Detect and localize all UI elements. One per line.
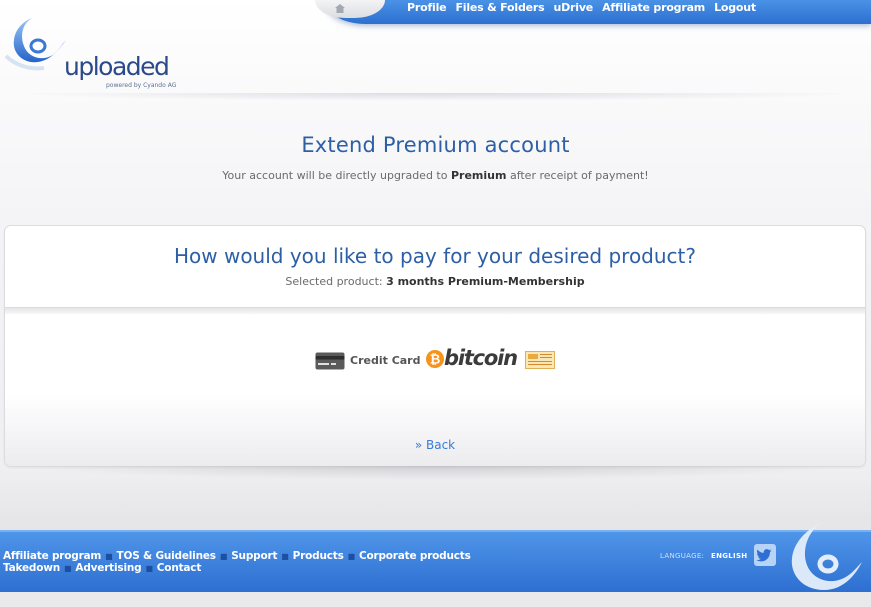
selected-product-label: Selected product: bbox=[285, 275, 387, 288]
subtitle-premium: Premium bbox=[450, 169, 507, 182]
footer-contact[interactable]: Contact bbox=[157, 562, 202, 574]
language-selector[interactable]: ENGLISH bbox=[711, 552, 747, 560]
bitcoin-label: bitcoin bbox=[444, 346, 518, 370]
back-link-label[interactable]: Back bbox=[426, 438, 455, 452]
nav-affiliate-program[interactable]: Affiliate program bbox=[602, 0, 705, 16]
header-shadow bbox=[10, 93, 861, 101]
language-label: LANGUAGE: bbox=[660, 552, 705, 560]
panel-divider bbox=[5, 307, 865, 314]
back-link[interactable]: » Back bbox=[5, 438, 865, 452]
payment-panel: How would you like to pay for your desir… bbox=[4, 225, 866, 467]
logo-subtitle: powered by Cyando AG bbox=[106, 82, 177, 89]
footer-separator: ■ bbox=[281, 552, 289, 561]
footer-affiliate-program[interactable]: Affiliate program bbox=[3, 550, 101, 562]
page-subtitle: Your account will be directly upgraded t… bbox=[0, 169, 871, 183]
credit-card-icon bbox=[315, 352, 345, 370]
footer-support[interactable]: Support bbox=[231, 550, 277, 562]
nav-files-folders[interactable]: Files & Folders bbox=[455, 0, 544, 16]
selected-product-value: 3 months Premium-Membership bbox=[386, 275, 585, 288]
svg-text:₿: ₿ bbox=[430, 353, 441, 368]
top-navigation-bar: Profile Files & Folders uDrive Affiliate… bbox=[315, 0, 871, 24]
footer-separator: ■ bbox=[219, 552, 228, 561]
subtitle-text-pre: Your account will be directly upgraded t… bbox=[222, 169, 451, 182]
home-icon[interactable] bbox=[334, 3, 346, 14]
twitter-icon bbox=[756, 549, 772, 562]
footer-logo-swoosh-icon bbox=[791, 522, 862, 590]
nav-profile[interactable]: Profile bbox=[407, 0, 447, 16]
subtitle-text-post: after receipt of payment! bbox=[506, 169, 649, 182]
footer-separator: ■ bbox=[145, 564, 153, 573]
logo-wordmark: uploaded bbox=[64, 52, 170, 81]
logo-swoosh-icon bbox=[4, 18, 67, 71]
panel-bottom-gradient bbox=[5, 394, 865, 466]
payment-methods: Credit Card ₿ bitcoin bbox=[5, 346, 865, 372]
footer-bottom-strip bbox=[0, 592, 871, 607]
footer: Affiliate program ■ TOS & Guidelines ■ Suppo… bbox=[0, 522, 871, 594]
nav-logout[interactable]: Logout bbox=[714, 0, 756, 16]
page-title: Extend Premium account bbox=[301, 133, 570, 157]
footer-separator: ■ bbox=[64, 564, 72, 573]
back-link-prefix: » bbox=[414, 438, 426, 452]
footer-products[interactable]: Products bbox=[293, 550, 344, 562]
page: Profile Files & Folders uDrive Affiliate… bbox=[0, 0, 871, 607]
footer-takedown[interactable]: Takedown bbox=[3, 562, 60, 574]
bitcoin-icon: ₿ bbox=[426, 350, 444, 368]
top-nav-links: Profile Files & Folders uDrive Affiliate… bbox=[407, 0, 756, 16]
credit-card-label: Credit Card bbox=[350, 354, 421, 367]
panel-shadow bbox=[20, 466, 850, 480]
footer-advertising[interactable]: Advertising bbox=[75, 562, 141, 574]
payment-question: How would you like to pay for your desir… bbox=[173, 244, 697, 268]
footer-separator: ■ bbox=[347, 552, 356, 561]
footer-links-row-2: Takedown ■ Advertising ■ Contact bbox=[3, 562, 201, 575]
bank-transfer-option[interactable] bbox=[525, 351, 555, 369]
footer-corporate-products[interactable]: Corporate products bbox=[359, 550, 471, 562]
bank-transfer-icon bbox=[525, 351, 555, 369]
nav-udrive[interactable]: uDrive bbox=[553, 0, 593, 16]
selected-product: Selected product: 3 months Premium-Membe… bbox=[5, 275, 865, 289]
twitter-button[interactable] bbox=[754, 544, 776, 566]
footer-tos-guidelines[interactable]: TOS & Guidelines bbox=[117, 550, 216, 562]
footer-separator: ■ bbox=[105, 552, 113, 561]
uploaded-logo[interactable]: uploaded powered by Cyando AG bbox=[0, 14, 200, 89]
